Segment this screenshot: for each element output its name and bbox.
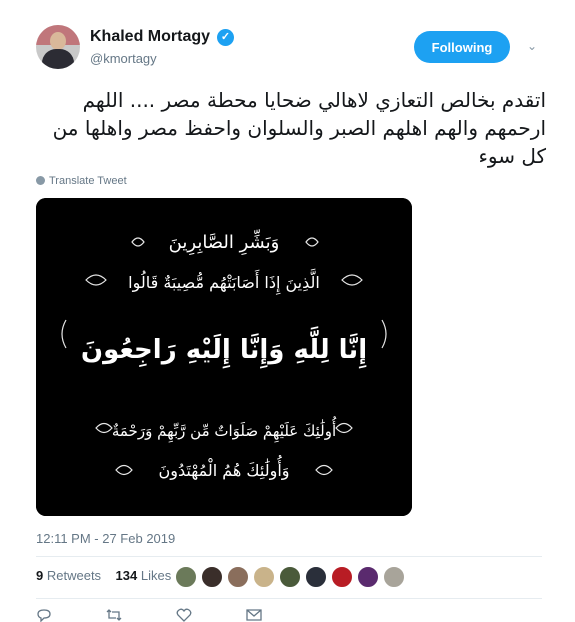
avatar[interactable] [36, 25, 80, 69]
liker-avatar[interactable] [305, 566, 327, 588]
liker-avatar[interactable] [175, 566, 197, 588]
likes-label: Likes [140, 568, 172, 583]
author-name[interactable]: Khaled Mortagy [90, 28, 210, 46]
divider [36, 556, 542, 557]
liker-avatar[interactable] [253, 566, 275, 588]
tweet: Khaled Mortagy ✓ @kmortagy Following ⌄ ا… [0, 0, 575, 622]
liker-avatar[interactable] [201, 566, 223, 588]
translate-tweet-link[interactable]: Translate Tweet [36, 175, 127, 187]
like-icon[interactable] [176, 608, 192, 622]
liker-avatar[interactable] [357, 566, 379, 588]
liker-avatar[interactable] [227, 566, 249, 588]
tweet-stats: 9 Retweets 134 Likes [36, 568, 171, 583]
retweets-label: Retweets [46, 568, 102, 583]
image-line-1: وَبَشِّرِ الصَّابِرِينَ [169, 230, 280, 256]
tweet-image[interactable]: وَبَشِّرِ الصَّابِرِينَ الَّذِينَ إِذَا … [36, 198, 412, 516]
retweets-stat[interactable]: 9 Retweets [36, 568, 101, 583]
globe-icon [36, 176, 45, 185]
retweets-count: 9 [36, 568, 44, 583]
likes-stat[interactable]: 134 Likes [116, 568, 172, 583]
following-button[interactable]: Following [414, 31, 510, 63]
chevron-down-icon[interactable]: ⌄ [524, 38, 540, 54]
message-icon[interactable] [246, 608, 262, 622]
likes-count: 134 [115, 568, 138, 583]
liker-avatar[interactable] [331, 566, 353, 588]
liker-avatar[interactable] [279, 566, 301, 588]
reply-icon[interactable] [36, 608, 52, 622]
tweet-text: اتقدم بخالص التعازي لاهالي ضحايا محطة مص… [52, 88, 546, 168]
author-handle[interactable]: @kmortagy [90, 51, 157, 66]
divider [36, 598, 542, 599]
retweet-icon[interactable] [106, 608, 122, 622]
translate-label: Translate Tweet [49, 175, 127, 187]
tweet-timestamp[interactable]: 12:11 PM - 27 Feb 2019 [36, 531, 175, 546]
liker-avatar[interactable] [383, 566, 405, 588]
verified-badge-icon: ✓ [217, 29, 234, 46]
